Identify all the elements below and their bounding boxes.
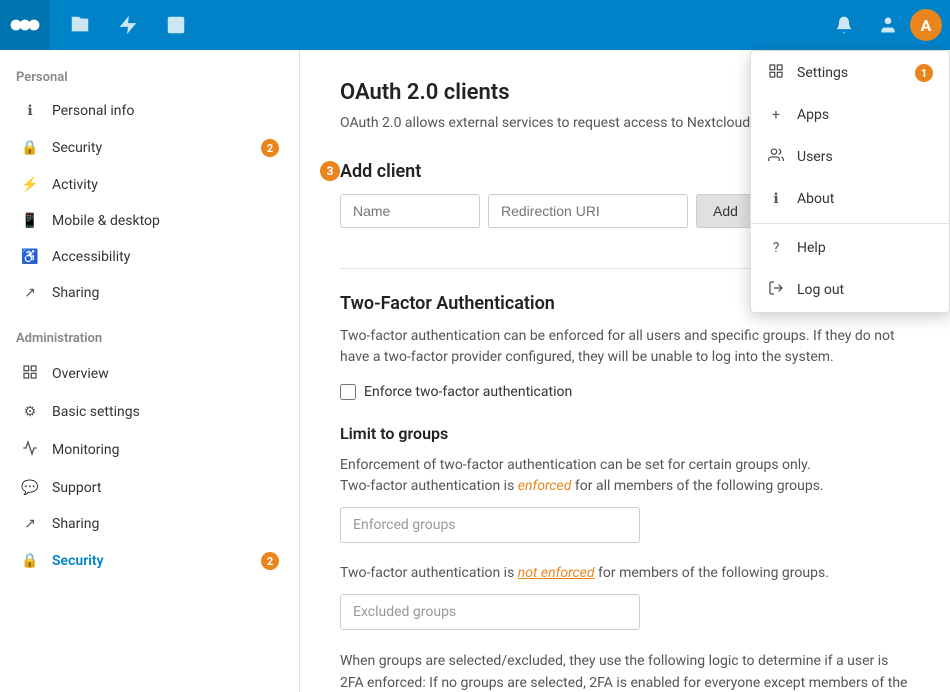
accessibility-icon: ♿ <box>20 249 40 265</box>
sidebar-item-personal-info[interactable]: ℹ Personal info <box>4 93 295 129</box>
dropdown-logout[interactable]: Log out <box>751 268 949 312</box>
bottom-description: When groups are selected/excluded, they … <box>340 650 910 692</box>
security-admin-badge: 2 <box>261 552 279 570</box>
enforced-groups-container: Enforced groups <box>340 507 910 543</box>
step-badge-3: 3 <box>320 161 340 181</box>
sidebar-label-mobile: Mobile & desktop <box>52 213 160 229</box>
sidebar-item-activity[interactable]: ⚡ Activity <box>4 167 295 203</box>
sidebar-item-overview[interactable]: Overview <box>4 354 295 394</box>
users-menu-icon <box>767 147 785 167</box>
sidebar-item-sharing-personal[interactable]: ↗ Sharing <box>4 275 295 311</box>
dropdown-help-label: Help <box>797 240 826 256</box>
dropdown-help[interactable]: ? Help <box>751 228 949 268</box>
dropdown-apps-label: Apps <box>797 107 829 123</box>
redirection-uri-input[interactable] <box>488 194 688 228</box>
sidebar-label-security: Security <box>52 140 102 156</box>
dropdown-menu: Settings 1 + Apps Users ℹ About ? Help L… <box>750 50 950 313</box>
personal-section-header: Personal <box>0 50 299 93</box>
logo[interactable] <box>0 0 50 50</box>
excluded-groups-container: Excluded groups <box>340 594 910 630</box>
logout-menu-icon <box>767 280 785 300</box>
sidebar-label-overview: Overview <box>52 366 109 382</box>
settings-badge: 1 <box>915 64 933 82</box>
sidebar-label-security-admin: Security <box>52 553 104 569</box>
topbar-right: A <box>822 3 950 47</box>
sidebar-item-monitoring[interactable]: Monitoring <box>4 430 295 470</box>
security-badge: 2 <box>261 139 279 157</box>
info-icon: ℹ <box>20 103 40 119</box>
share-icon-personal: ↗ <box>20 285 40 301</box>
sidebar-item-basic-settings[interactable]: ⚙ Basic settings <box>4 394 295 430</box>
dropdown-about-label: About <box>797 191 834 207</box>
topbar-apps <box>50 3 206 47</box>
lock-icon: 🔒 <box>20 140 40 156</box>
dropdown-settings[interactable]: Settings 1 <box>751 51 949 95</box>
settings-menu-icon <box>767 63 785 83</box>
sidebar-label-personal-info: Personal info <box>52 103 134 119</box>
activity-icon: ⚡ <box>20 177 40 193</box>
sidebar-label-support: Support <box>52 480 101 496</box>
dropdown-users[interactable]: Users <box>751 135 949 179</box>
dropdown-apps[interactable]: + Apps <box>751 95 949 135</box>
help-menu-icon: ? <box>767 240 785 256</box>
sidebar-item-sharing-admin[interactable]: ↗ Sharing <box>4 506 295 542</box>
activity-app-icon[interactable] <box>106 3 150 47</box>
dropdown-settings-label: Settings <box>797 65 848 81</box>
monitoring-icon <box>20 440 40 460</box>
sidebar-item-security[interactable]: 🔒 Security 2 <box>4 129 295 167</box>
enforce-tfa-row: Enforce two-factor authentication <box>340 384 910 400</box>
about-menu-icon: ℹ <box>767 191 785 207</box>
sidebar-label-sharing-admin: Sharing <box>52 516 99 532</box>
topbar: A <box>0 0 950 50</box>
enforced-groups-input[interactable]: Enforced groups <box>340 507 640 543</box>
limit-groups-section: Limit to groups Enforcement of two-facto… <box>340 424 910 692</box>
excluded-groups-input[interactable]: Excluded groups <box>340 594 640 630</box>
tfa-section: Two-Factor Authentication Two-factor aut… <box>340 268 910 692</box>
dropdown-divider <box>751 223 949 224</box>
sidebar-label-basic-settings: Basic settings <box>52 404 140 420</box>
add-button[interactable]: Add <box>696 194 755 228</box>
sidebar-item-mobile[interactable]: 📱 Mobile & desktop <box>4 203 295 239</box>
avatar[interactable]: A <box>910 9 942 41</box>
notification-icon[interactable] <box>822 3 866 47</box>
files-app-icon[interactable] <box>58 3 102 47</box>
excluded-groups-desc: Two-factor authentication is not enforce… <box>340 563 910 584</box>
tfa-description: Two-factor authentication can be enforce… <box>340 326 910 368</box>
sidebar-label-activity: Activity <box>52 177 98 193</box>
sidebar-item-support[interactable]: 💬 Support <box>4 470 295 506</box>
dropdown-users-label: Users <box>797 149 833 165</box>
limit-groups-title: Limit to groups <box>340 424 910 443</box>
enforce-tfa-checkbox[interactable] <box>340 384 356 400</box>
admin-section-header: Administration <box>0 311 299 354</box>
sidebar-label-accessibility: Accessibility <box>52 249 130 265</box>
name-input[interactable] <box>340 194 480 228</box>
overview-icon <box>20 364 40 384</box>
share-icon-admin: ↗ <box>20 516 40 532</box>
basic-settings-icon: ⚙ <box>20 404 40 420</box>
mobile-icon: 📱 <box>20 213 40 229</box>
sidebar-label-monitoring: Monitoring <box>52 442 120 458</box>
contacts-icon[interactable] <box>866 3 910 47</box>
photos-app-icon[interactable] <box>154 3 198 47</box>
security-admin-icon: 🔒 <box>20 553 40 569</box>
sidebar-item-accessibility[interactable]: ♿ Accessibility <box>4 239 295 275</box>
enforce-tfa-label[interactable]: Enforce two-factor authentication <box>364 384 572 400</box>
sidebar-label-sharing-personal: Sharing <box>52 285 99 301</box>
apps-menu-icon: + <box>767 107 785 123</box>
sidebar-item-security-admin[interactable]: 🔒 Security 2 <box>4 542 295 580</box>
dropdown-logout-label: Log out <box>797 282 844 298</box>
dropdown-about[interactable]: ℹ About <box>751 179 949 219</box>
enforced-groups-desc: Enforcement of two-factor authentication… <box>340 455 910 497</box>
sidebar: Personal ℹ Personal info 🔒 Security 2 ⚡ … <box>0 50 300 692</box>
support-icon: 💬 <box>20 480 40 496</box>
